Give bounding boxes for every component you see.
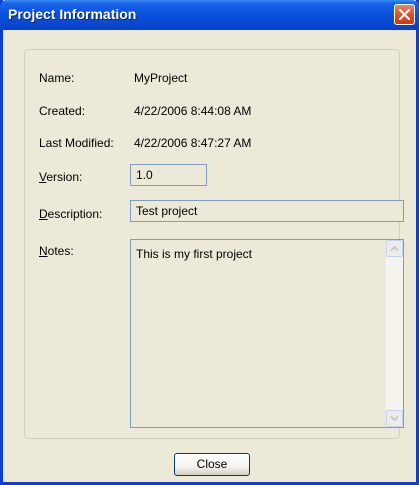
notes-text: This is my first project <box>136 247 253 261</box>
notes-scrollbar[interactable] <box>386 240 403 427</box>
window-title: Project Information <box>8 6 137 22</box>
version-field[interactable]: 1.0 <box>130 164 207 186</box>
close-button[interactable]: Close <box>174 453 250 476</box>
description-mnemonic: D <box>39 207 48 221</box>
title-bar[interactable]: Project Information <box>0 0 419 30</box>
scroll-down-button[interactable] <box>386 410 403 427</box>
name-label: Name: <box>39 71 75 85</box>
description-label: Description: <box>39 207 102 221</box>
notes-label-text: otes: <box>47 244 74 258</box>
chevron-down-icon <box>390 415 399 422</box>
notes-textarea[interactable]: This is my first project <box>130 239 404 428</box>
name-value: MyProject <box>134 71 188 85</box>
chevron-up-icon <box>390 245 399 252</box>
notes-label: Notes: <box>39 244 74 258</box>
notes-mnemonic: N <box>39 244 48 258</box>
close-icon <box>398 8 411 21</box>
version-label: Version: <box>39 170 82 184</box>
created-label: Created: <box>39 104 86 118</box>
last-modified-value: 4/22/2006 8:47:27 AM <box>134 136 252 150</box>
window-close-button[interactable] <box>394 4 415 25</box>
scroll-up-button[interactable] <box>386 240 403 257</box>
version-label-text: ersion: <box>46 170 83 184</box>
description-field[interactable]: Test project <box>130 200 404 222</box>
description-label-text: escription: <box>47 207 103 221</box>
last-modified-label: Last Modified: <box>39 136 114 150</box>
project-information-dialog: Project Information Name: MyProject Crea… <box>0 0 419 485</box>
created-value: 4/22/2006 8:44:08 AM <box>134 104 252 118</box>
